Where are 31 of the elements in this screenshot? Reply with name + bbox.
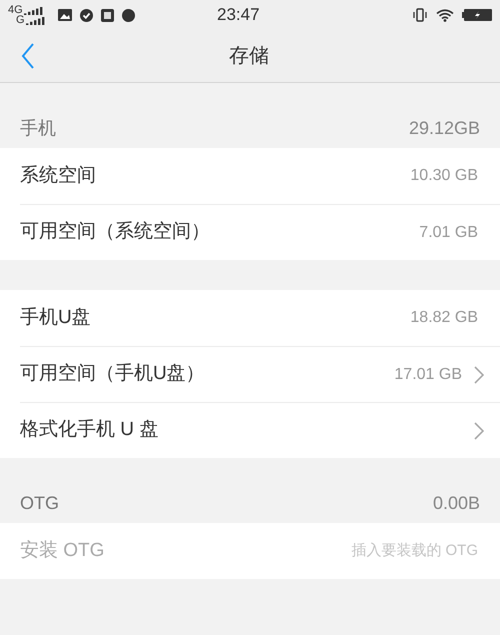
circle-icon <box>122 8 135 22</box>
row-label: 可用空间（系统空间） <box>20 220 211 244</box>
section-header: OTG <box>20 492 59 515</box>
section-total: 0.00B <box>432 492 480 515</box>
row-label: 系统空间 <box>20 164 97 188</box>
row-label: 手机U盘 <box>20 306 92 330</box>
page-title: 存储 <box>229 44 269 69</box>
network-label: G <box>16 15 25 25</box>
network-label: 4G <box>8 5 23 15</box>
row-label: 格式化手机 U 盘 <box>20 418 160 442</box>
back-icon <box>21 43 35 69</box>
battery-icon <box>462 9 492 21</box>
section-header: 手机 <box>20 117 56 140</box>
wifi-icon <box>436 8 454 22</box>
chevron-right-icon[interactable] <box>474 366 484 384</box>
image-icon <box>58 9 72 21</box>
row-value: 17.01 GB <box>394 364 462 384</box>
signal-icon <box>26 17 46 25</box>
row-value: 18.82 GB <box>410 308 478 328</box>
check-icon <box>80 8 93 22</box>
chevron-right-icon[interactable] <box>474 422 484 440</box>
row-label: 可用空间（手机U盘） <box>20 362 206 386</box>
row-value: 10.30 GB <box>410 166 478 186</box>
row-label: 安装 OTG <box>20 538 106 563</box>
row-value: 7.01 GB <box>419 222 478 242</box>
row-value: 插入要装载的 OTG <box>351 540 478 561</box>
signal-icon <box>24 7 44 15</box>
clock: 23:47 <box>217 4 260 26</box>
app-icon <box>100 8 114 22</box>
vibrate-icon <box>412 8 428 22</box>
section-total: 29.12GB <box>408 117 480 140</box>
